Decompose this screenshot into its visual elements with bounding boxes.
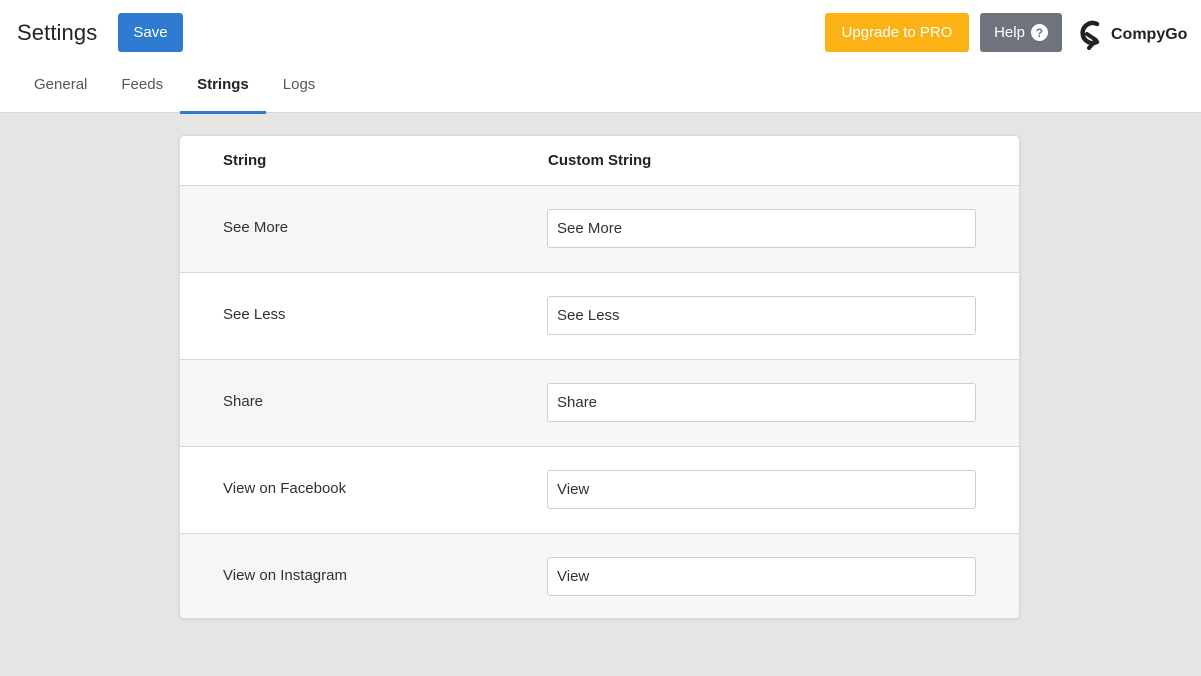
string-label: View on Facebook <box>223 480 347 497</box>
table-row: View on Instagram <box>180 534 1019 618</box>
top-bar: Settings Save Upgrade to PRO Help ? Comp… <box>0 0 1201 114</box>
help-button[interactable]: Help ? <box>980 13 1062 52</box>
tab-feeds[interactable]: Feeds <box>104 60 180 113</box>
string-label: See Less <box>223 306 286 323</box>
compygo-logo: CompyGo <box>1077 18 1187 52</box>
strings-table: String Custom String See More See Less S… <box>179 135 1020 619</box>
custom-string-input[interactable] <box>547 383 976 422</box>
custom-string-input[interactable] <box>547 557 976 596</box>
compygo-logo-icon <box>1080 20 1100 50</box>
tab-general[interactable]: General <box>18 60 104 113</box>
table-row: See More <box>180 186 1019 273</box>
tab-logs[interactable]: Logs <box>266 60 333 113</box>
table-row: View on Facebook <box>180 447 1019 534</box>
custom-string-input[interactable] <box>547 209 976 248</box>
column-header-string: String <box>223 152 267 169</box>
question-icon: ? <box>1030 24 1048 41</box>
tab-strings[interactable]: Strings <box>180 60 266 114</box>
custom-string-input[interactable] <box>547 296 976 335</box>
settings-tabs: General Feeds Strings Logs <box>18 60 333 114</box>
string-label: View on Instagram <box>223 567 347 584</box>
string-label: See More <box>223 219 289 236</box>
table-row: See Less <box>180 273 1019 360</box>
brand-name: CompyGo <box>1111 26 1188 43</box>
string-label: Share <box>223 393 264 410</box>
help-label: Help <box>994 24 1025 41</box>
save-button[interactable]: Save <box>118 13 183 52</box>
column-header-custom-string: Custom String <box>548 152 652 169</box>
upgrade-to-pro-button[interactable]: Upgrade to PRO <box>825 13 969 52</box>
page-title: Settings <box>17 20 98 45</box>
table-header: String Custom String <box>180 136 1019 186</box>
custom-string-input[interactable] <box>547 470 976 509</box>
table-row: Share <box>180 360 1019 447</box>
